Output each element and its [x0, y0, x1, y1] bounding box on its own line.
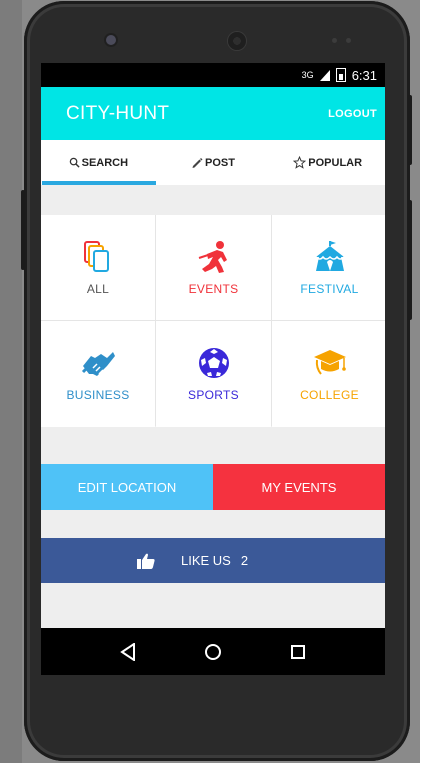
cards-icon [81, 240, 115, 274]
star-icon [293, 156, 307, 169]
handshake-icon [81, 346, 115, 380]
tent-icon [313, 240, 347, 274]
tab-post-label: POST [205, 156, 235, 169]
pencil-icon [192, 157, 203, 168]
graduation-cap-icon [313, 346, 347, 380]
edit-location-button[interactable]: EDIT LOCATION [41, 464, 213, 510]
recents-icon [290, 644, 305, 659]
window-right-strip [420, 0, 434, 763]
action-buttons: EDIT LOCATION MY EVENTS [41, 464, 385, 510]
category-events[interactable]: EVENTS [156, 215, 271, 320]
status-time: 6:31 [351, 67, 377, 83]
category-college[interactable]: COLLEGE [272, 321, 385, 427]
back-icon [120, 642, 136, 661]
like-count: 2 [240, 553, 249, 568]
logout-button[interactable]: LOGOUT [328, 108, 377, 120]
like-us-button[interactable]: LIKE US 2 [41, 538, 385, 583]
tab-bar: SEARCH POST POPULAR [41, 140, 385, 185]
signal-label: 3G [301, 70, 314, 80]
sensor-icon [346, 38, 351, 43]
category-festival[interactable]: FESTIVAL [272, 215, 385, 320]
category-business[interactable]: BUSINESS [41, 321, 155, 427]
phone-volume-button [408, 200, 412, 320]
category-label: BUSINESS [66, 388, 130, 402]
speaker-icon [228, 32, 246, 50]
event-person-icon [197, 240, 231, 274]
phone-side-button [21, 190, 25, 270]
app-bar: CITY-HUNT LOGOUT [41, 87, 385, 140]
home-icon [204, 643, 221, 660]
category-grid: ALL EVENTS FESTIVAL BUSINESS SPORTS COLL… [41, 215, 385, 427]
battery-icon [335, 68, 346, 82]
tab-search[interactable]: SEARCH [41, 140, 156, 185]
app-title: CITY-HUNT [66, 102, 170, 124]
category-sports[interactable]: SPORTS [156, 321, 271, 427]
thumbs-up-icon [137, 553, 155, 569]
camera-icon [106, 35, 116, 45]
tab-popular-label: POPULAR [308, 156, 363, 169]
app-screen: 3G 6:31 CITY-HUNT LOGOUT SEARCH POST POP… [41, 63, 385, 675]
category-label: FESTIVAL [300, 281, 359, 296]
window-left-strip [0, 0, 22, 763]
tab-popular[interactable]: POPULAR [270, 140, 385, 185]
phone-power-button [408, 95, 412, 165]
signal-icon [319, 69, 330, 81]
home-button[interactable] [203, 642, 223, 662]
category-label: SPORTS [188, 388, 239, 402]
tab-post[interactable]: POST [156, 140, 271, 185]
like-us-label: LIKE US [181, 553, 231, 568]
my-events-button[interactable]: MY EVENTS [213, 464, 385, 510]
category-all[interactable]: ALL [41, 215, 155, 320]
soccer-ball-icon [197, 346, 231, 380]
tab-indicator [42, 181, 156, 185]
search-icon [69, 157, 80, 168]
category-label: COLLEGE [300, 388, 359, 402]
sensor-icon [332, 38, 337, 43]
recents-button[interactable] [288, 642, 308, 662]
tab-search-label: SEARCH [81, 156, 129, 169]
category-label: ALL [86, 281, 110, 296]
category-label: EVENTS [188, 281, 239, 296]
status-bar: 3G 6:31 [41, 63, 385, 87]
system-nav-bar [41, 628, 385, 675]
back-button[interactable] [118, 642, 138, 662]
